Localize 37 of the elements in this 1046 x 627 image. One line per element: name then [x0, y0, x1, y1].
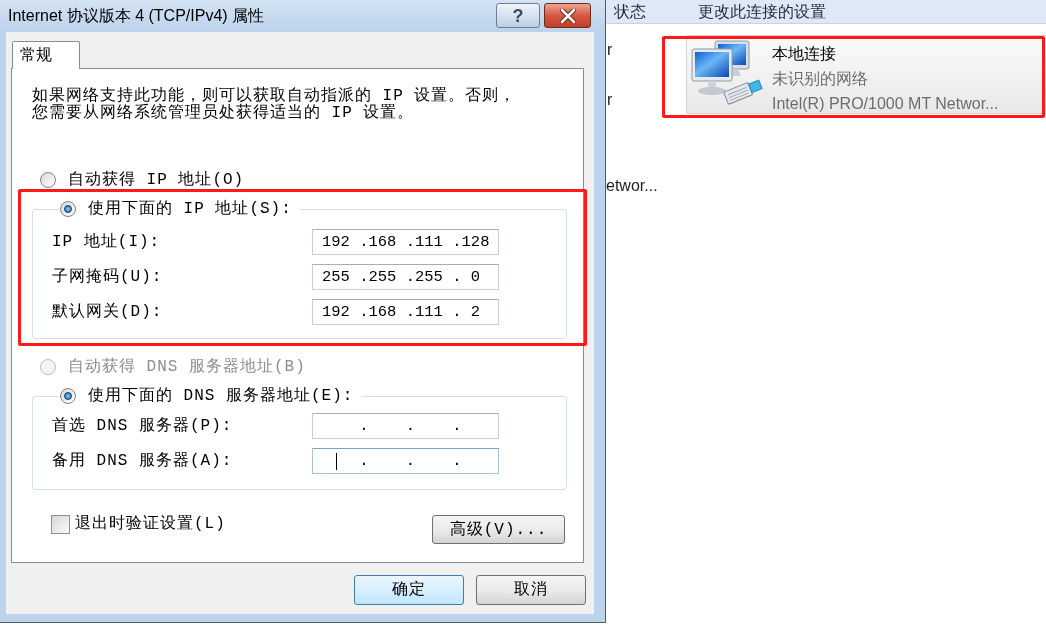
tab[interactable]: 常规: [12, 41, 80, 69]
radio-button[interactable]: [60, 201, 76, 217]
checkbox[interactable]: [51, 514, 70, 534]
radio-button[interactable]: [60, 388, 76, 404]
radio-label[interactable]: 使用下面的 IP 地址(S):: [88, 199, 292, 219]
advanced-button[interactable]: 高级(V)...: [432, 515, 565, 544]
ip-address-field[interactable]: 255 .255 .255 . 0: [312, 264, 499, 290]
field-label: 首选 DNS 服务器(P):: [52, 416, 234, 436]
checkbox-label[interactable]: 退出时验证设置(L): [75, 514, 226, 534]
column-text: r: [606, 41, 614, 59]
ip-address-field[interactable]: . . .: [312, 413, 499, 439]
description-text: 如果网络支持此功能，则可以获取自动指派的 IP 设置。否则，您需要从网络系统管理员处获得适当的 IP 设置。: [32, 88, 518, 122]
ip-address-field[interactable]: 192 .168 .111 . 2: [312, 299, 499, 325]
window-title: Internet 协议版本 4 (TCP/IPv4) 属性: [8, 6, 265, 26]
field-label: 备用 DNS 服务器(A):: [52, 451, 234, 471]
dialog-button[interactable]: 取消: [476, 575, 586, 605]
field-label: IP 地址(I):: [52, 232, 162, 252]
adapter-name: Intel(R) PRO/1000 MT Networ...: [772, 94, 999, 114]
connection-item[interactable]: 本地连接 未识别的网络 Intel(R) PRO/1000 MT Networ...: [686, 35, 1046, 114]
toolbar-item[interactable]: 状态: [614, 1, 646, 22]
network-status: 未识别的网络: [772, 69, 869, 89]
radio-button[interactable]: [40, 172, 56, 188]
ip-address-field[interactable]: 192 .168 .111 .128: [312, 229, 499, 255]
dialog-button[interactable]: 确定: [354, 575, 464, 605]
connection-name: 本地连接: [772, 44, 837, 64]
radio-label[interactable]: 自动获得 IP 地址(O): [68, 170, 245, 190]
ip-address-field[interactable]: . . .: [312, 448, 499, 474]
network-computers-icon: [691, 40, 764, 105]
text-caret: [336, 453, 337, 470]
toolbar-item[interactable]: 更改此连接的设置: [698, 1, 826, 22]
column-text: r: [606, 91, 614, 109]
field-label: 子网掩码(U):: [52, 267, 164, 287]
field-label: 默认网关(D):: [52, 302, 164, 322]
help-button[interactable]: ?: [496, 3, 540, 28]
column-text: etwor...: [606, 177, 659, 195]
close-icon: [559, 8, 576, 23]
close-button[interactable]: [544, 3, 591, 28]
